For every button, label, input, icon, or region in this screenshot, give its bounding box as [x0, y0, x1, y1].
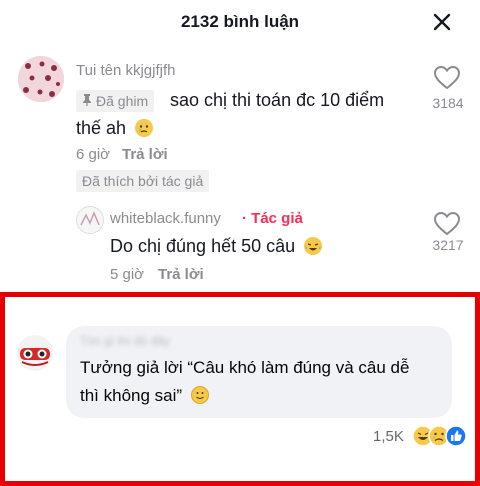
- pinned-label: Đã ghim: [96, 93, 149, 109]
- reactions-icons[interactable]: [412, 425, 470, 447]
- reply-text: Do chị đúng hết 50 câu: [110, 236, 323, 257]
- like-count: 3217: [432, 237, 464, 253]
- comment-text-line2: thì không sai”: [80, 386, 209, 406]
- comment-text: thì không sai”: [80, 386, 183, 405]
- like-reaction-icon: [445, 425, 467, 447]
- laughing-face-icon: [304, 237, 323, 255]
- reply-button[interactable]: Trả lời: [158, 266, 204, 283]
- comment-text-line2: thế ah: [76, 118, 154, 139]
- close-icon[interactable]: [430, 10, 454, 34]
- heart-icon[interactable]: [433, 65, 461, 90]
- reaction-count[interactable]: 1,5K: [373, 428, 404, 445]
- comment-text: thế ah: [76, 118, 127, 138]
- comment-text-line1: sao chị thi toán đc 10 điểm: [170, 90, 385, 110]
- reply-time: 5 giờ: [110, 266, 145, 283]
- reply-username[interactable]: whiteblack.funny: [110, 210, 221, 227]
- crying-face-icon: [135, 119, 154, 137]
- reply-button[interactable]: Trả lời: [122, 146, 168, 163]
- comment-time: 6 giờ: [76, 146, 111, 163]
- avatar[interactable]: [18, 56, 64, 102]
- avatar[interactable]: [76, 206, 104, 234]
- author-name[interactable]: Tìm gì thì đỏ đây: [80, 334, 170, 348]
- smile-icon: [190, 386, 209, 404]
- reply-text-content: Do chị đúng hết 50 câu: [110, 236, 296, 256]
- comment-text-line1: Tưởng giả lời “Câu khó làm đúng và câu d…: [80, 358, 410, 377]
- liked-by-author-badge: Đã thích bởi tác giả: [76, 170, 210, 192]
- comment-username[interactable]: Tui tên kkjgjfjfh: [76, 62, 176, 79]
- pin-icon: [82, 90, 92, 112]
- author-tag: · Tác giả: [242, 210, 303, 227]
- heart-icon[interactable]: [433, 211, 461, 236]
- avatar[interactable]: [16, 334, 54, 372]
- comments-title: 2132 bình luận: [180, 12, 300, 31]
- pinned-badge: Đã ghim: [76, 90, 155, 112]
- like-count: 3184: [432, 95, 464, 111]
